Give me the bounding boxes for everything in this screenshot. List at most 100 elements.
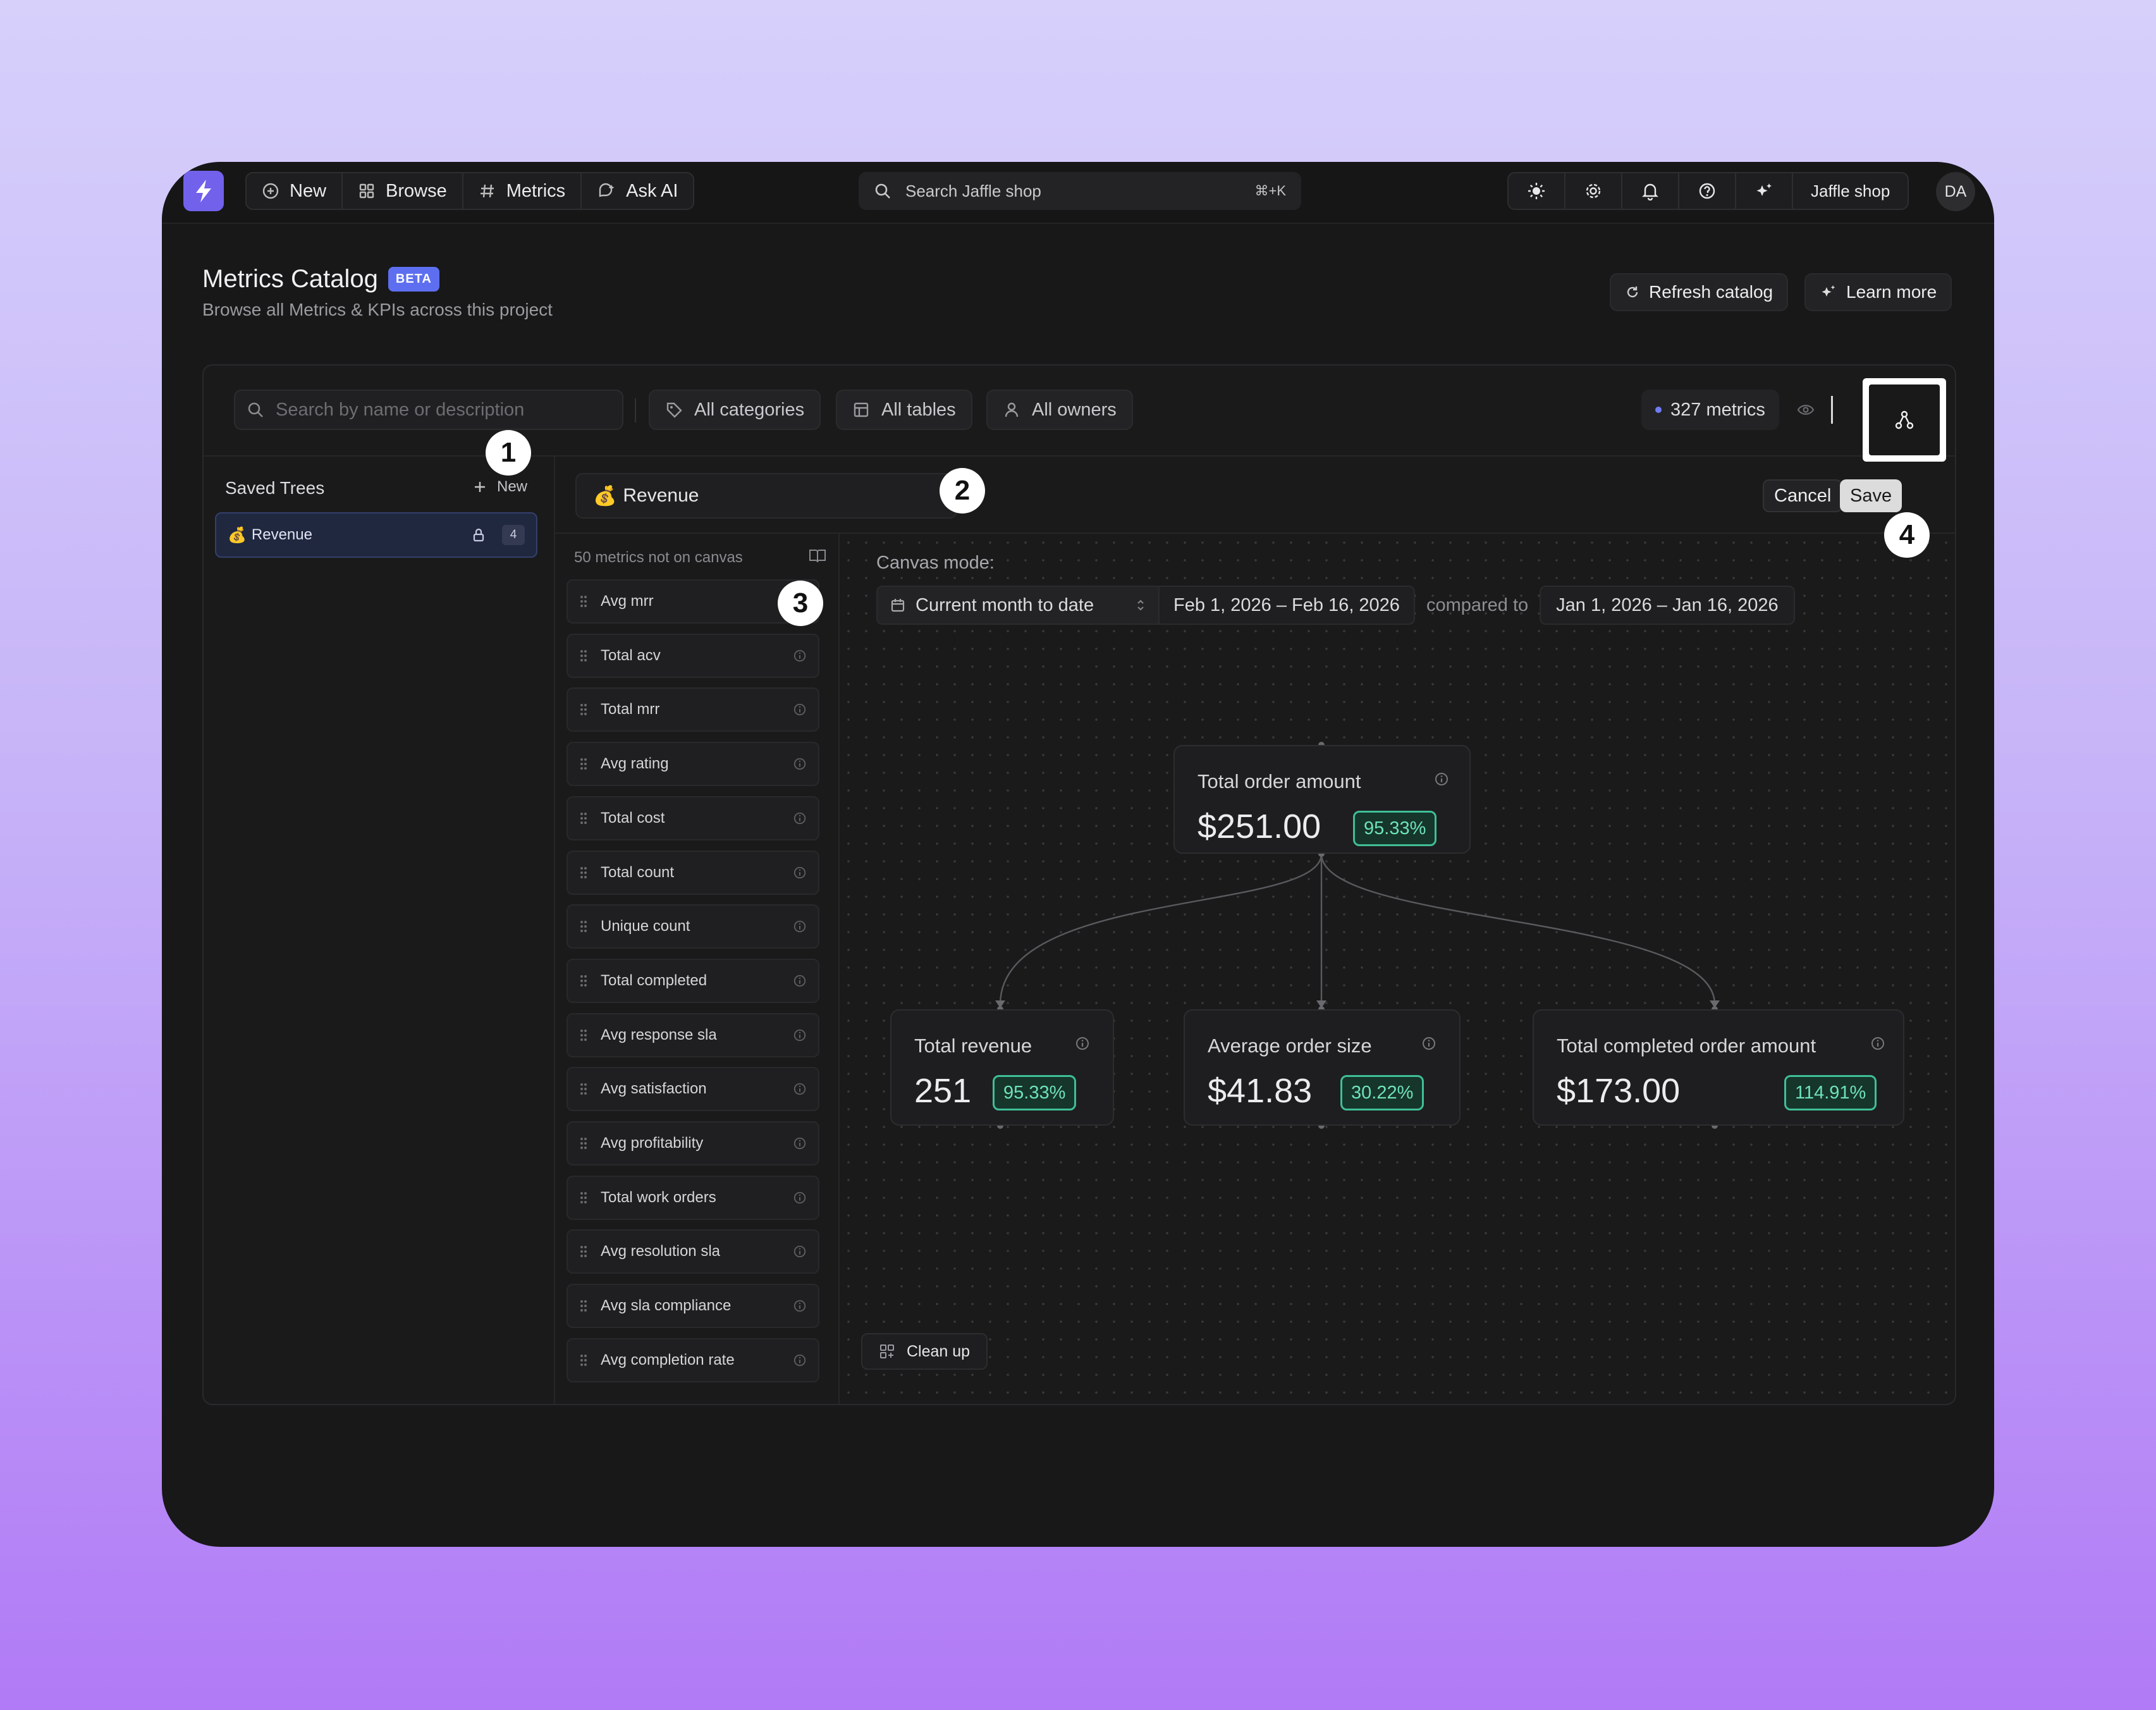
view-divider (1831, 396, 1833, 424)
settings-button[interactable] (1565, 173, 1622, 209)
metric-list-item-label: Avg completion rate (601, 1351, 735, 1369)
info-icon[interactable] (793, 920, 807, 933)
nav-metrics-button[interactable]: Metrics (463, 173, 582, 209)
metric-node-total-completed-order-amount[interactable]: Total completed order amount $173.00 114… (1533, 1009, 1904, 1126)
metric-list-item[interactable]: Avg sla compliance (567, 1284, 819, 1329)
drag-handle-icon[interactable] (579, 973, 588, 988)
cancel-button[interactable]: Cancel (1763, 479, 1843, 512)
nav-new-button[interactable]: New (247, 173, 343, 209)
drag-handle-icon[interactable] (579, 648, 588, 663)
metric-list-item[interactable]: Total count (567, 850, 819, 895)
metric-list-item-label: Avg rating (601, 755, 669, 773)
eye-icon[interactable] (1797, 402, 1815, 417)
node-value: 251 (914, 1072, 972, 1110)
user-avatar[interactable]: DA (1936, 172, 1975, 211)
metrics-list-header: 50 metrics not on canvas (574, 549, 827, 567)
drag-handle-icon[interactable] (579, 1028, 588, 1043)
metric-search-input[interactable]: Search by name or description (234, 390, 623, 430)
metric-node-average-order-size[interactable]: Average order size $41.83 30.22% (1184, 1009, 1461, 1126)
tree-name-input[interactable]: 💰 Revenue (575, 473, 957, 519)
metric-list-item[interactable]: Total work orders (567, 1175, 819, 1220)
info-icon[interactable] (793, 1353, 807, 1367)
metric-list-item[interactable]: Avg satisfaction (567, 1067, 819, 1112)
drag-handle-icon[interactable] (579, 1081, 588, 1097)
tree-view-button[interactable] (1863, 378, 1946, 462)
metric-list-item[interactable]: Total completed (567, 958, 819, 1003)
info-icon[interactable] (793, 1299, 807, 1313)
metric-list-item[interactable]: Avg completion rate (567, 1338, 819, 1382)
theme-toggle-button[interactable] (1509, 173, 1565, 209)
info-icon[interactable] (793, 1136, 807, 1150)
save-button[interactable]: Save (1840, 479, 1902, 512)
info-icon[interactable] (793, 811, 807, 825)
metric-list-item-label: Total acv (601, 646, 661, 664)
drag-handle-icon[interactable] (579, 1136, 588, 1151)
step-callout-4: 4 (1884, 512, 1930, 558)
metric-node-total-revenue[interactable]: Total revenue 251 95.33% (890, 1009, 1114, 1126)
node-value: $173.00 (1557, 1072, 1681, 1110)
nav-new-label: New (290, 180, 327, 201)
info-icon[interactable] (793, 974, 807, 988)
help-circle-icon (1699, 183, 1715, 199)
owner-filter[interactable]: All owners (986, 390, 1133, 430)
info-icon[interactable] (793, 649, 807, 663)
drag-handle-icon[interactable] (579, 756, 588, 772)
info-icon[interactable] (793, 1028, 807, 1042)
global-search-placeholder: Search Jaffle shop (905, 181, 1041, 200)
metric-list-item[interactable]: Total mrr (567, 687, 819, 732)
app-logo[interactable] (183, 171, 224, 211)
drag-handle-icon[interactable] (579, 1298, 588, 1313)
info-icon[interactable] (793, 703, 807, 717)
node-label: Total completed order amount (1557, 1035, 1816, 1057)
drag-handle-icon[interactable] (579, 865, 588, 880)
help-button[interactable] (1679, 173, 1736, 209)
drag-handle-icon[interactable] (579, 811, 588, 826)
book-open-icon[interactable] (808, 548, 827, 564)
drag-handle-icon[interactable] (579, 919, 588, 934)
metric-list-item[interactable]: Avg resolution sla (567, 1229, 819, 1274)
change-badge: 30.22% (1340, 1075, 1424, 1110)
metric-list-item[interactable]: Avg rating (567, 742, 819, 787)
refresh-catalog-button[interactable]: Refresh catalog (1610, 273, 1789, 311)
category-filter-label: All categories (694, 399, 805, 420)
clean-up-button[interactable]: Clean up (861, 1333, 988, 1370)
drag-handle-icon[interactable] (579, 1190, 588, 1205)
nav-ask-ai-button[interactable]: Ask AI (582, 173, 693, 209)
info-icon[interactable] (1075, 1036, 1090, 1051)
sparkles-icon (1822, 285, 1835, 297)
drag-handle-icon[interactable] (579, 1353, 588, 1368)
table-filter[interactable]: All tables (836, 390, 972, 430)
info-icon[interactable] (1421, 1036, 1436, 1051)
metric-list-item-label: Total work orders (601, 1188, 716, 1206)
notifications-button[interactable] (1622, 173, 1679, 209)
metric-list-item[interactable]: Avg profitability (567, 1121, 819, 1166)
info-icon[interactable] (793, 1082, 807, 1096)
project-switcher[interactable]: Jaffle shop (1793, 173, 1908, 209)
info-icon[interactable] (793, 1191, 807, 1205)
global-search-input[interactable]: Search Jaffle shop ⌘+K (859, 172, 1301, 210)
learn-more-button[interactable]: Learn more (1804, 273, 1952, 311)
metric-list-item[interactable]: Total acv (567, 633, 819, 678)
arrow-revenue (995, 1000, 1005, 1008)
ai-sparkle-button[interactable] (1736, 173, 1793, 209)
info-icon[interactable] (1870, 1036, 1885, 1051)
drag-handle-icon[interactable] (579, 594, 588, 609)
info-icon[interactable] (793, 757, 807, 771)
page-subtitle: Browse all Metrics & KPIs across this pr… (202, 300, 553, 319)
info-icon[interactable] (793, 866, 807, 880)
tree-canvas[interactable]: Canvas mode: Current month to date Feb 1… (840, 534, 1955, 1404)
drag-handle-icon[interactable] (579, 1244, 588, 1259)
category-filter[interactable]: All categories (649, 390, 821, 430)
metric-list-item[interactable]: Unique count (567, 904, 819, 949)
drag-handle-icon[interactable] (579, 702, 588, 717)
metric-list-item[interactable]: Avg response sla (567, 1012, 819, 1057)
metric-node-total-order-amount[interactable]: Total order amount $251.00 95.33% (1173, 745, 1471, 854)
arrow-completed (1710, 1000, 1720, 1008)
new-tree-button[interactable]: New (473, 478, 527, 496)
saved-tree-item-revenue[interactable]: 💰 Revenue 4 (215, 512, 537, 558)
nav-browse-button[interactable]: Browse (343, 173, 463, 209)
info-icon[interactable] (793, 1245, 807, 1258)
info-icon[interactable] (1434, 772, 1449, 787)
table-icon (854, 402, 869, 417)
metric-list-item[interactable]: Total cost (567, 796, 819, 840)
